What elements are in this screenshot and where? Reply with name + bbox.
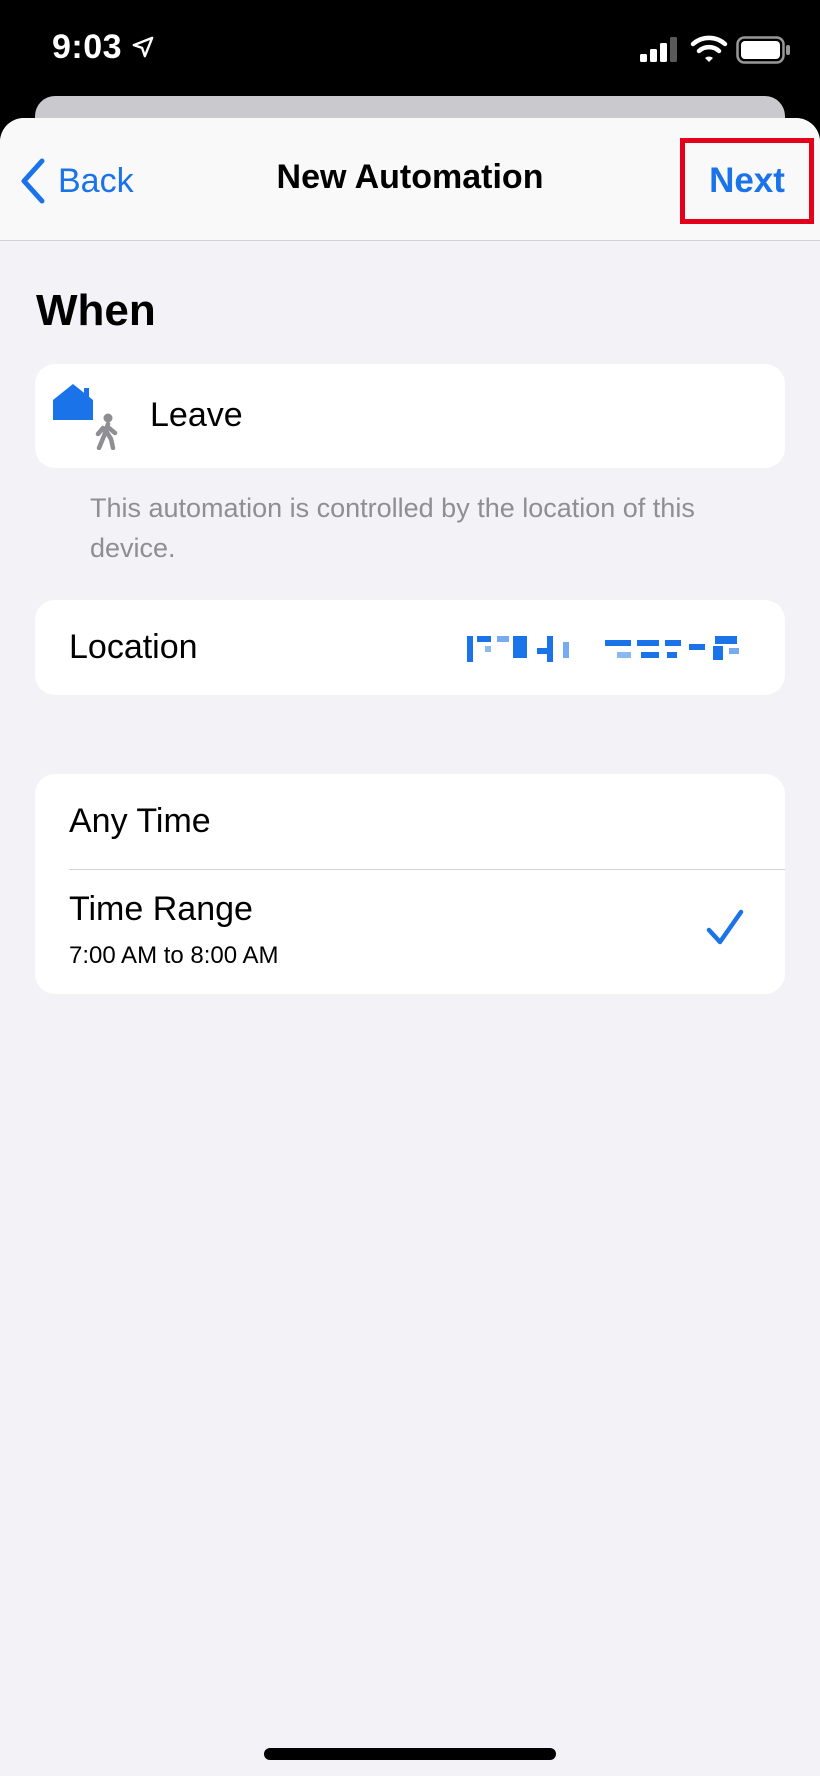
time-options-card: Any Time Time Range 7:00 AM to 8:00 AM	[35, 774, 785, 994]
trigger-label: Leave	[150, 396, 243, 434]
back-button-label: Back	[58, 161, 134, 200]
time-option-label: Any Time	[69, 802, 211, 840]
cellular-signal-icon	[640, 37, 677, 62]
time-option-time-range[interactable]: Time Range 7:00 AM to 8:00 AM	[35, 870, 785, 994]
chevron-left-icon	[21, 158, 45, 204]
next-button[interactable]: Next	[680, 138, 814, 224]
status-bar: 9:03	[0, 0, 820, 100]
navigation-bar: Back New Automation Next	[0, 118, 820, 241]
home-indicator[interactable]	[264, 1748, 556, 1760]
checkmark-icon	[706, 909, 744, 945]
location-footnote: This automation is controlled by the loc…	[90, 493, 695, 563]
home-leave-icon	[53, 384, 118, 450]
location-label: Location	[69, 628, 198, 666]
redacted-location-value	[467, 632, 757, 662]
time-option-label: Time Range	[69, 890, 253, 928]
location-arrow-icon	[132, 36, 154, 58]
status-time: 9:03	[52, 28, 123, 66]
time-option-any-time[interactable]: Any Time	[35, 774, 785, 870]
new-automation-sheet: Back New Automation Next When Leave This…	[0, 118, 820, 1776]
location-row[interactable]: Location	[35, 600, 785, 695]
back-button[interactable]: Back	[18, 156, 134, 206]
trigger-card[interactable]: Leave	[35, 364, 785, 468]
battery-icon	[736, 36, 790, 64]
section-heading: When	[36, 286, 156, 335]
next-button-label: Next	[709, 161, 785, 200]
wifi-icon	[690, 35, 728, 62]
time-range-detail: 7:00 AM to 8:00 AM	[69, 942, 279, 969]
